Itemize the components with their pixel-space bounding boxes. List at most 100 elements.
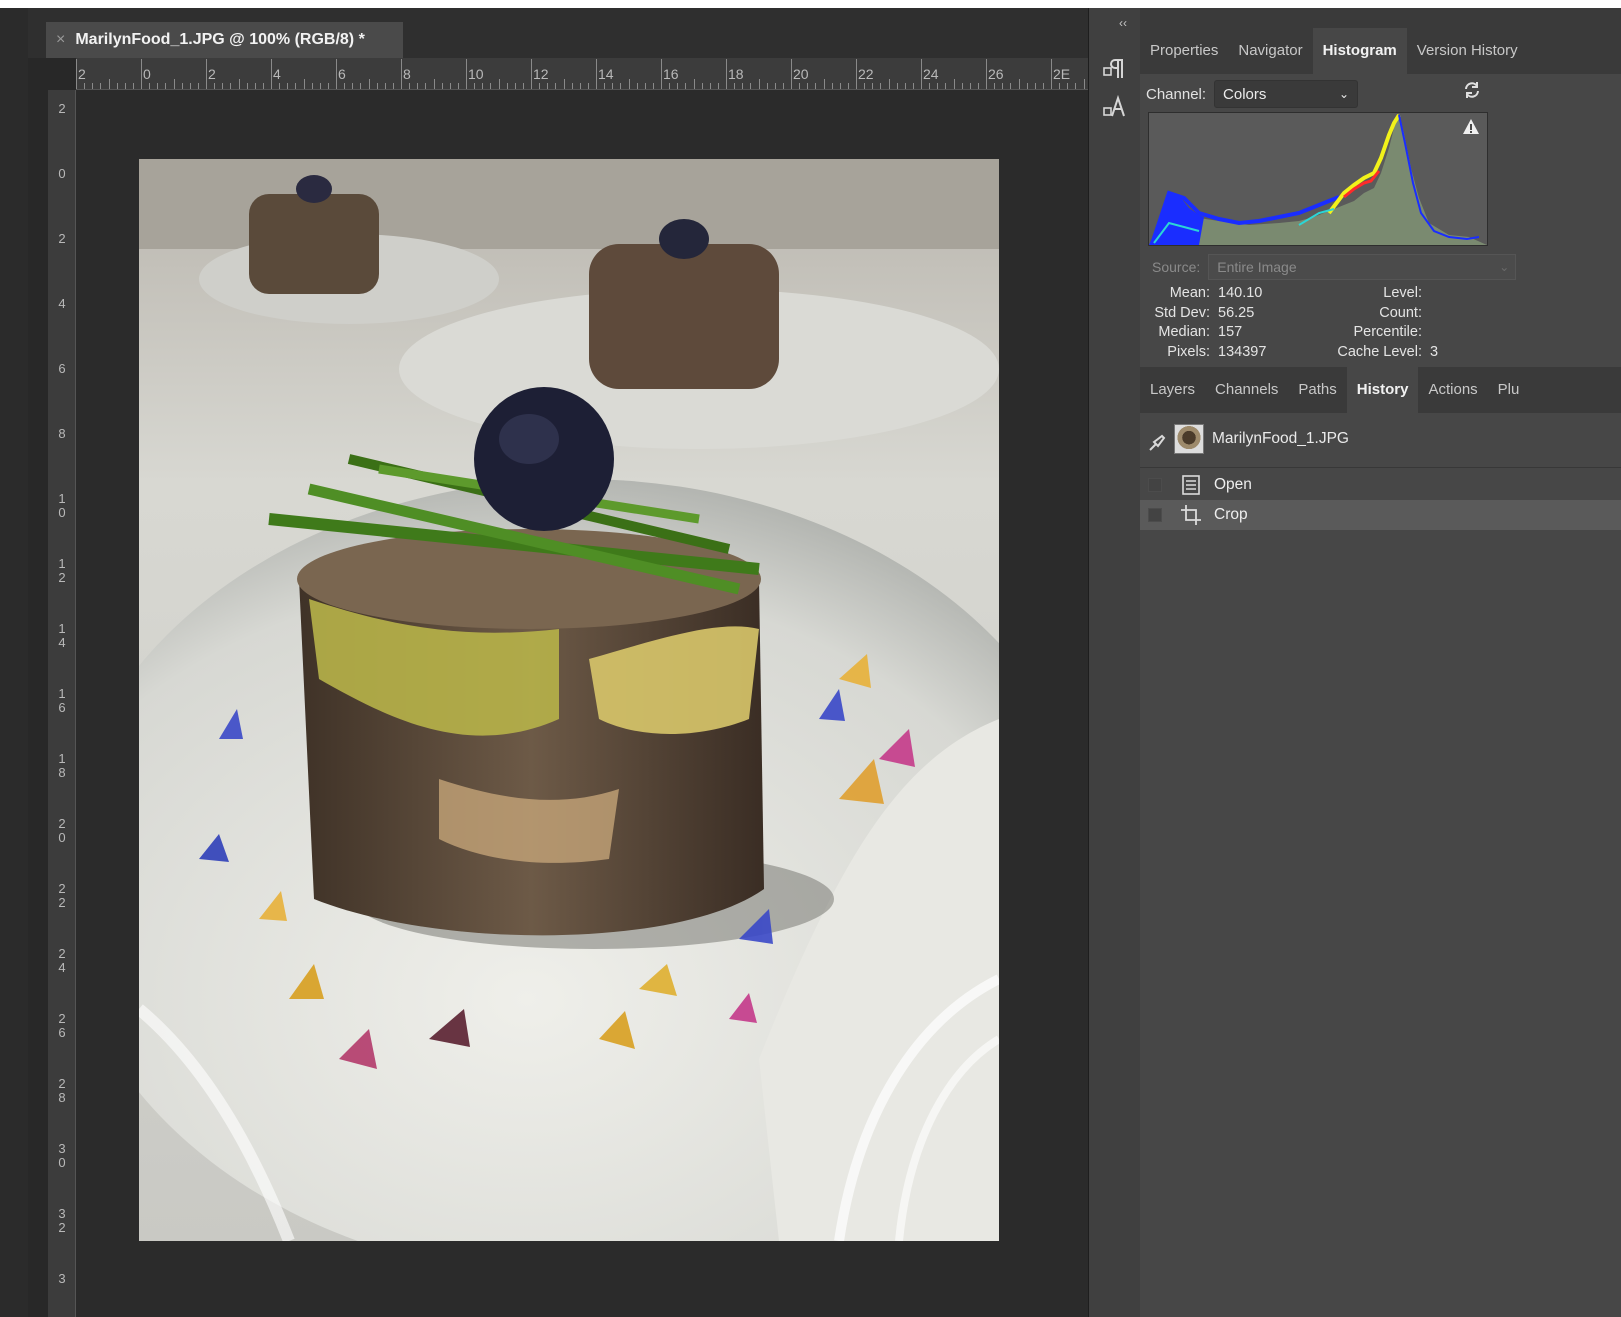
toolbar-edge — [0, 8, 28, 1317]
history-item-label: Open — [1214, 476, 1252, 493]
ruler-tick — [222, 83, 224, 89]
ruler-tick — [490, 83, 492, 89]
ruler-tick — [165, 83, 167, 89]
tab-history[interactable]: History — [1346, 367, 1419, 413]
ruler-tick — [864, 83, 866, 89]
tab-plugins[interactable]: Plu — [1488, 367, 1530, 413]
ruler-tick — [555, 83, 557, 89]
ruler-tick — [449, 83, 451, 89]
ruler-tick — [409, 83, 411, 89]
ruler-tick — [246, 83, 248, 89]
ruler-tick — [108, 79, 110, 89]
ruler-left-label: 6 — [58, 361, 66, 376]
snapshot-thumbnail — [1174, 424, 1204, 454]
ruler-tick — [782, 83, 784, 89]
ruler-tick — [319, 83, 321, 89]
stat-mean-value: 140.10 — [1218, 285, 1263, 301]
ruler-tick — [799, 83, 801, 89]
history-item-open[interactable]: Open — [1140, 470, 1621, 500]
ruler-top-label: 2 — [78, 66, 86, 82]
ruler-tick — [734, 83, 736, 89]
ruler-tick — [1042, 83, 1044, 89]
tab-navigator[interactable]: Navigator — [1228, 28, 1312, 74]
tab-layers[interactable]: Layers — [1140, 367, 1205, 413]
history-source-checkbox[interactable] — [1148, 508, 1162, 522]
ruler-tick — [669, 83, 671, 89]
ruler-left-label: 2 — [58, 231, 66, 246]
ruler-left-label: 1 2 — [58, 556, 66, 585]
history-snapshot[interactable]: MarilynFood_1.JPG — [1140, 422, 1621, 468]
ruler-tick — [287, 83, 289, 89]
tab-channels[interactable]: Channels — [1205, 367, 1288, 413]
ruler-tick — [604, 83, 606, 89]
stat-stddev-value: 56.25 — [1218, 304, 1255, 321]
canvas-image[interactable] — [139, 159, 999, 1241]
ruler-tick — [693, 79, 695, 89]
ruler-tick — [758, 79, 760, 89]
ruler-tick — [1034, 83, 1036, 89]
stat-percentile-value — [1422, 323, 1430, 343]
ruler-tick — [514, 83, 516, 89]
ruler-tick — [628, 79, 630, 89]
source-value: Entire Image — [1217, 259, 1297, 275]
ruler-tick — [149, 83, 151, 89]
ruler-top-label: 26 — [988, 66, 1004, 82]
ruler-tick — [912, 83, 914, 89]
ruler-tick — [181, 83, 183, 89]
ruler-tick — [417, 83, 419, 89]
ruler-tick — [238, 79, 240, 89]
collapse-panels-icon[interactable]: ‹‹ — [1119, 16, 1127, 30]
stat-stddev-label: Std Dev: — [1154, 304, 1210, 321]
ruler-tick — [116, 83, 118, 89]
refresh-icon[interactable] — [1462, 80, 1482, 105]
history-item-crop[interactable]: Crop — [1140, 500, 1621, 530]
stat-median-value: 157 — [1218, 324, 1243, 340]
warning-icon[interactable] — [1462, 118, 1480, 136]
ruler-tick — [986, 59, 987, 89]
ruler-left-label: 3 — [58, 1271, 66, 1286]
ruler-tick — [791, 59, 792, 89]
stats-right: Level: Count: Percentile: Cache Level: 3 — [1308, 284, 1438, 362]
source-label: Source: — [1152, 259, 1201, 275]
channel-label: Channel: — [1146, 85, 1207, 103]
ruler-tick — [401, 59, 402, 89]
ruler-left-label: 8 — [58, 426, 66, 441]
ruler-vertical[interactable]: 2 0 2 4 6 8 1 0 1 2 1 4 1 6 1 8 2 0 2 2 2 4 2 6 2 8 3 0 3… — [48, 90, 76, 1317]
ruler-tick — [579, 83, 581, 89]
tab-paths[interactable]: Paths — [1288, 367, 1346, 413]
ruler-tick — [547, 83, 549, 89]
ruler-top-label: 4 — [273, 66, 281, 82]
stat-level-value — [1422, 284, 1430, 304]
ruler-tick — [823, 79, 825, 89]
ruler-tick — [612, 83, 614, 89]
ruler-tick — [661, 59, 662, 89]
character-icon[interactable] — [1099, 92, 1129, 122]
tab-histogram[interactable]: Histogram — [1312, 28, 1407, 74]
ruler-tick — [1010, 83, 1012, 89]
ruler-left-label: 2 2 — [58, 881, 66, 910]
channel-select[interactable]: Colors ⌄ — [1214, 80, 1359, 108]
ruler-top-label: 24 — [923, 66, 939, 82]
ruler-left-label: 2 6 — [58, 1011, 66, 1040]
ruler-left-label: 1 8 — [58, 751, 66, 780]
tab-actions[interactable]: Actions — [1418, 367, 1487, 413]
paragraph-icon[interactable] — [1099, 54, 1129, 84]
ruler-tick — [921, 59, 922, 89]
source-select[interactable]: Entire Image ⌄ — [1208, 254, 1517, 280]
ruler-tick — [969, 83, 971, 89]
tab-version-history[interactable]: Version History — [1407, 28, 1528, 74]
history-source-checkbox[interactable] — [1148, 478, 1162, 492]
history-brush-icon[interactable] — [1148, 434, 1166, 457]
ruler-top-label: 10 — [468, 66, 484, 82]
ruler-top-label: 14 — [598, 66, 614, 82]
ruler-left-label: 4 — [58, 296, 66, 311]
ruler-left-label: 2 8 — [58, 1076, 66, 1105]
ruler-tick — [384, 83, 386, 89]
history-item-label: Crop — [1214, 506, 1248, 523]
ruler-horizontal[interactable]: 2 0 2 4 6 8 10 12 14 16 18 20 22 24 26 2E — [76, 58, 1111, 90]
document-tab[interactable]: × MarilynFood_1.JPG @ 100% (RGB/8) * — [46, 22, 403, 58]
tab-properties[interactable]: Properties — [1140, 28, 1228, 74]
ruler-tick — [173, 79, 175, 89]
ruler-tick — [652, 83, 654, 89]
close-icon[interactable]: × — [56, 31, 65, 49]
